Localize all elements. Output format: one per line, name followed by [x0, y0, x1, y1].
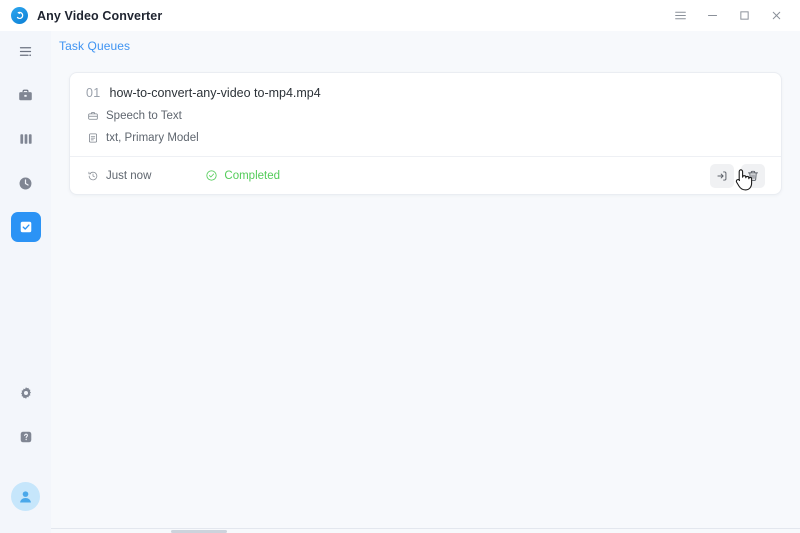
menu-button[interactable] — [664, 2, 696, 30]
content-header: Task Queues — [51, 31, 800, 60]
task-filename: how-to-convert-any-video to-mp4.mp4 — [109, 86, 321, 100]
window-controls — [664, 2, 792, 30]
sidebar — [0, 31, 51, 533]
status-label: Completed — [224, 169, 281, 182]
toolbox-icon — [86, 109, 99, 122]
task-meta-format: txt, Primary Model — [86, 131, 765, 144]
app-logo-icon — [11, 7, 28, 24]
task-actions — [710, 163, 765, 188]
maximize-button[interactable] — [728, 2, 760, 30]
sidebar-item-history[interactable] — [11, 168, 41, 198]
task-index: 01 — [86, 86, 101, 100]
sidebar-item-toolbox[interactable] — [11, 80, 41, 110]
task-time: Just now — [86, 169, 151, 182]
document-icon — [86, 131, 99, 144]
delete-task-button[interactable] — [741, 163, 765, 188]
sidebar-item-tasks[interactable] — [10, 212, 41, 242]
task-list: 01 how-to-convert-any-video to-mp4.mp4 S… — [51, 60, 800, 533]
sidebar-item-library[interactable] — [11, 124, 41, 154]
horizontal-scrollbar[interactable] — [51, 528, 800, 533]
title-bar: Any Video Converter — [0, 0, 800, 31]
task-status-row: Just now Completed — [86, 157, 765, 194]
status-badge: Completed — [205, 169, 280, 182]
task-meta-mode: Speech to Text — [86, 109, 765, 122]
task-time-label: Just now — [106, 169, 152, 182]
task-format-label: txt, Primary Model — [106, 131, 199, 144]
task-mode-label: Speech to Text — [106, 109, 182, 122]
task-title-row: 01 how-to-convert-any-video to-mp4.mp4 — [86, 86, 765, 100]
task-card[interactable]: 01 how-to-convert-any-video to-mp4.mp4 S… — [69, 72, 782, 195]
app-body: Task Queues 01 how-to-convert-any-video … — [0, 31, 800, 533]
minimize-button[interactable] — [696, 2, 728, 30]
sidebar-item-settings[interactable] — [11, 378, 41, 408]
app-title: Any Video Converter — [37, 8, 163, 23]
sidebar-item-help[interactable] — [11, 422, 41, 452]
open-output-button[interactable] — [710, 163, 734, 188]
check-circle-icon — [205, 169, 218, 182]
close-button[interactable] — [760, 2, 792, 30]
app-window: Any Video Converter Task Queues 01 how-t… — [0, 0, 800, 533]
history-clock-icon — [86, 169, 99, 182]
avatar[interactable] — [11, 482, 40, 511]
content-area: Task Queues 01 how-to-convert-any-video … — [51, 31, 800, 533]
tab-task-queues[interactable]: Task Queues — [59, 39, 130, 53]
sidebar-collapse[interactable] — [11, 36, 41, 66]
